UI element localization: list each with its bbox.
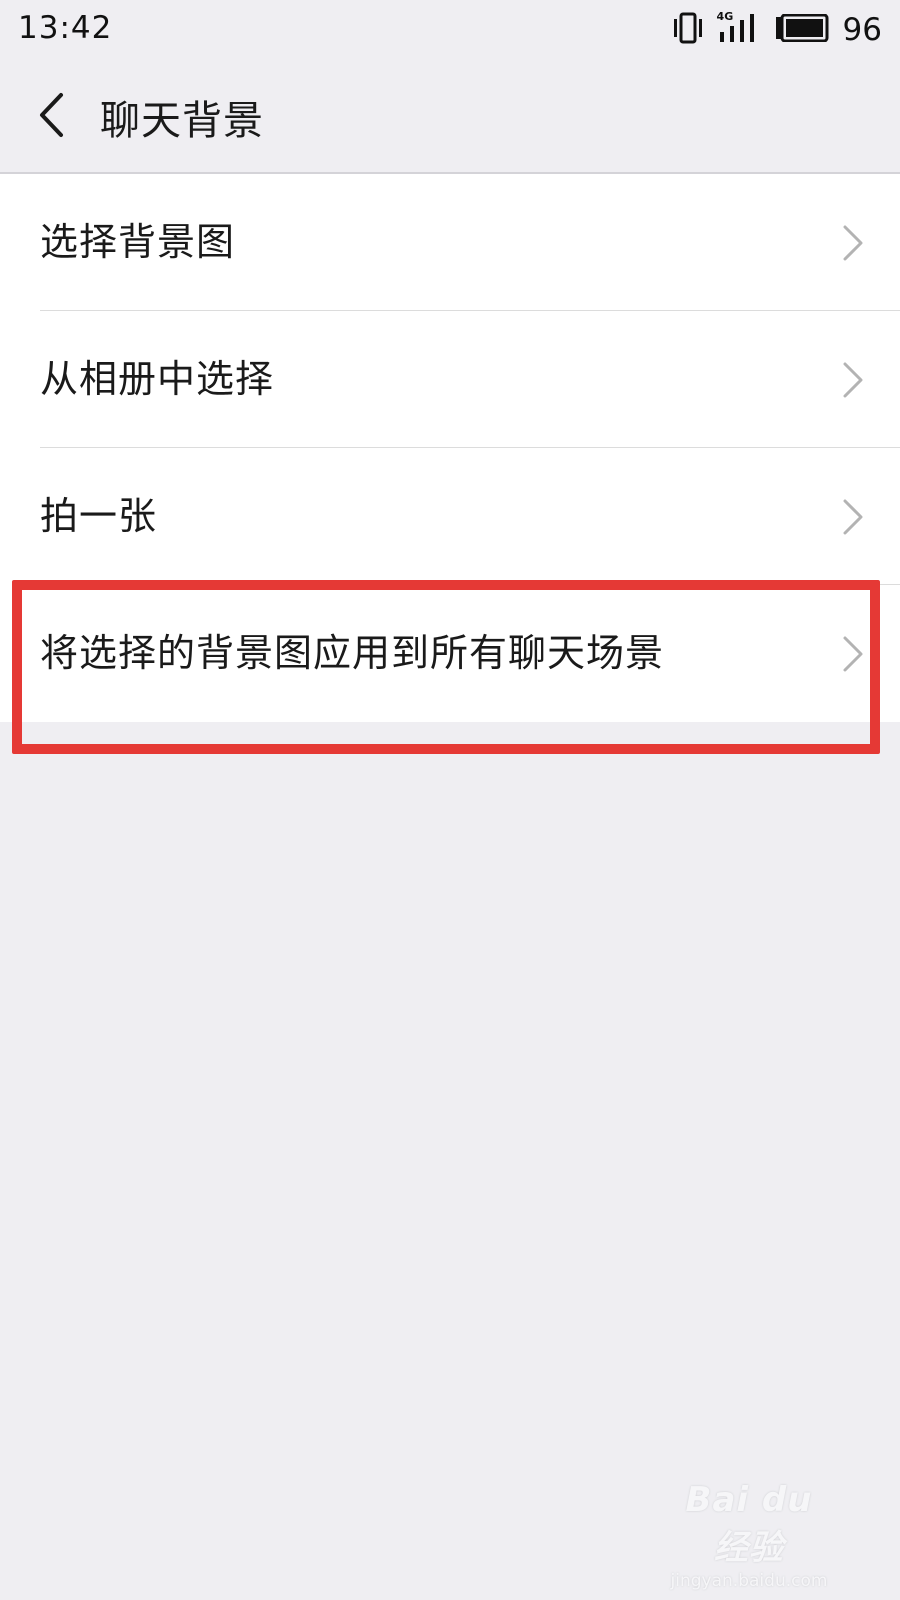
- chevron-left-icon: [37, 92, 67, 142]
- menu-item-apply-to-all-chats[interactable]: 将选择的背景图应用到所有聊天场景: [0, 585, 900, 722]
- menu-item-label: 拍一张: [40, 494, 158, 538]
- watermark: Bai du 经验 jingyan.baidu.com: [664, 1480, 834, 1591]
- page-title: 聊天背景: [100, 98, 264, 144]
- nav-bar: 聊天背景: [0, 60, 900, 174]
- status-icons: 4G 96: [673, 8, 882, 52]
- chevron-right-icon: [842, 224, 864, 262]
- battery-percentage: 96: [842, 12, 882, 48]
- menu-item-label: 将选择的背景图应用到所有聊天场景: [40, 631, 665, 675]
- watermark-url: jingyan.baidu.com: [670, 1571, 828, 1591]
- watermark-logo: Bai du 经验: [685, 1480, 813, 1568]
- battery-icon: [775, 13, 829, 46]
- menu-list: 选择背景图 从相册中选择 拍一张 将选择的背景图应用到所有聊天场景: [0, 174, 900, 722]
- vibrate-icon: [673, 11, 703, 49]
- empty-area: [0, 722, 900, 1600]
- status-bar: 13:42 4G 96: [0, 0, 900, 60]
- back-button[interactable]: [22, 82, 82, 152]
- menu-item-choose-from-album[interactable]: 从相册中选择: [0, 311, 900, 448]
- chevron-right-icon: [842, 635, 864, 673]
- status-time: 13:42: [18, 10, 113, 46]
- signal-icon: 4G: [717, 10, 761, 50]
- menu-item-take-photo[interactable]: 拍一张: [0, 448, 900, 585]
- chevron-right-icon: [842, 361, 864, 399]
- menu-item-choose-background[interactable]: 选择背景图: [0, 174, 900, 311]
- menu-item-label: 选择背景图: [40, 220, 236, 264]
- menu-item-label: 从相册中选择: [40, 357, 275, 401]
- chevron-right-icon: [842, 498, 864, 536]
